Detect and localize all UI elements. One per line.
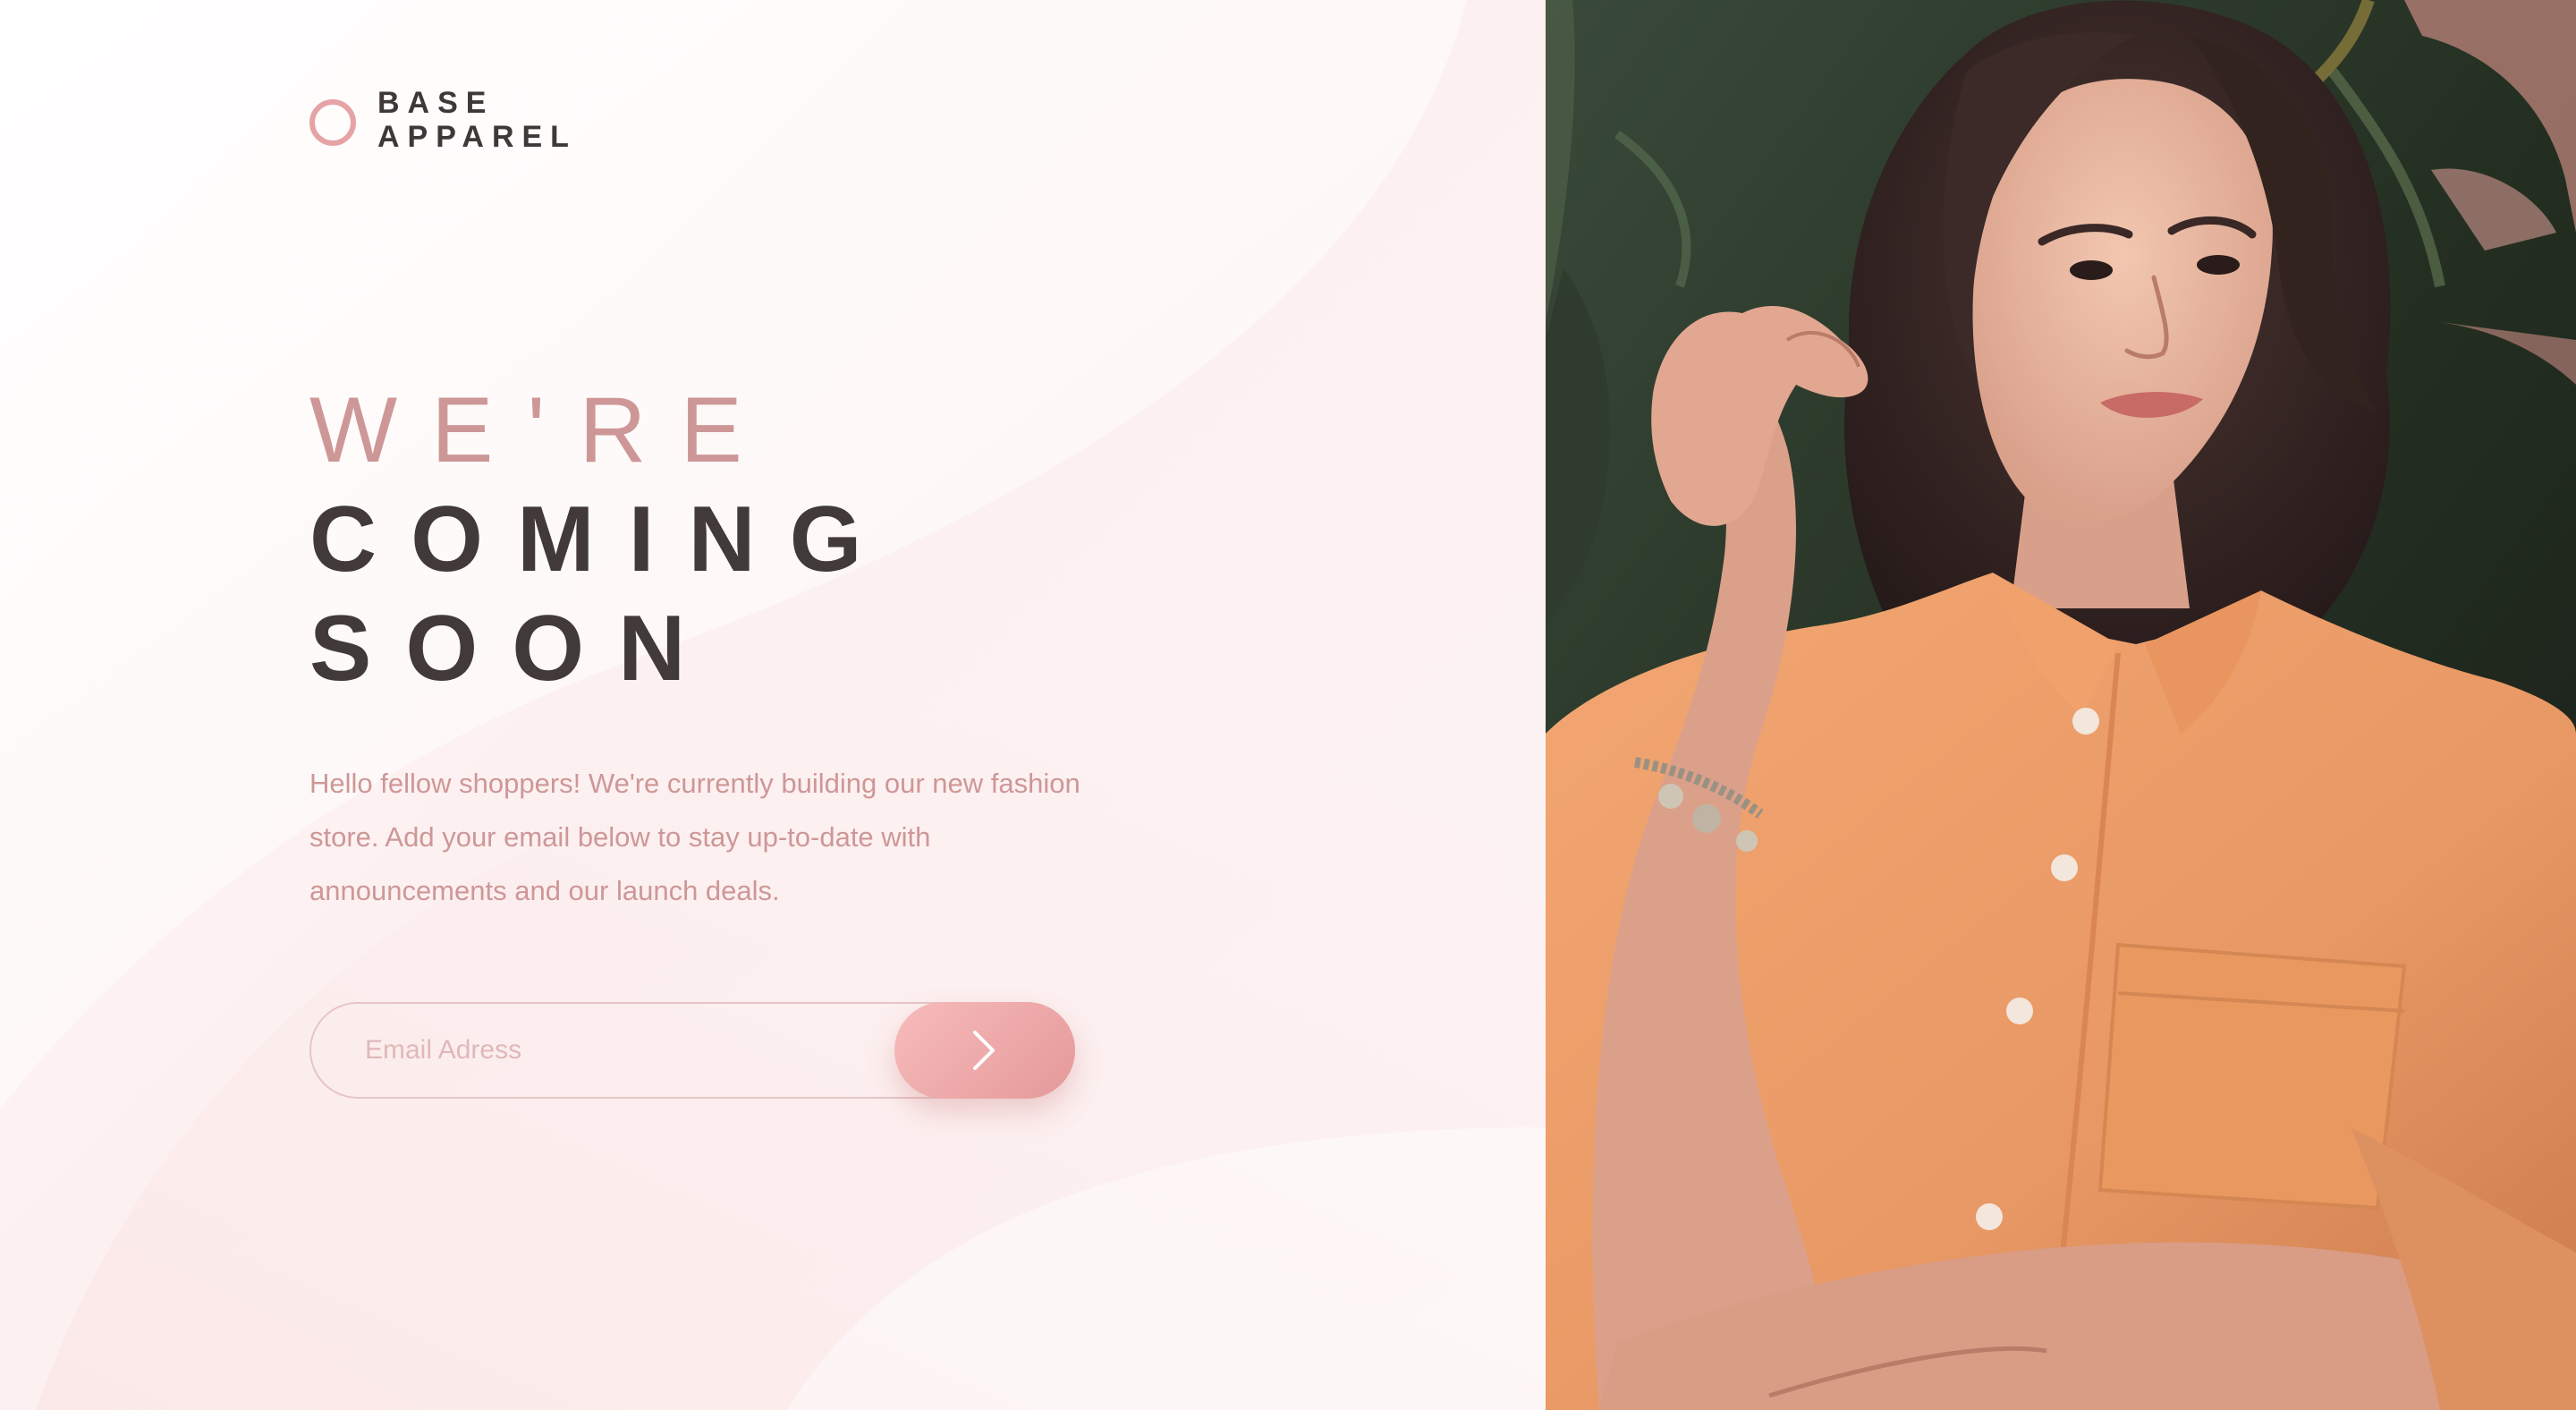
- submit-button[interactable]: [894, 1002, 1075, 1099]
- chevron-right-icon: [973, 1031, 995, 1070]
- brand-line-2: APPAREL: [377, 120, 577, 154]
- brand-wordmark: BASE APPAREL: [377, 86, 577, 154]
- headline-light-line: WE'RE: [309, 378, 776, 482]
- coming-soon-page: BASE APPAREL WE'RE COMING SOON Hello fel…: [0, 0, 2576, 1410]
- email-signup-form: [309, 1002, 1075, 1099]
- intro-description: Hello fellow shoppers! We're currently b…: [309, 768, 1080, 906]
- page-headline: WE'RE COMING SOON: [309, 376, 896, 703]
- headline-dark-line-2: SOON: [309, 597, 720, 701]
- brand-logo[interactable]: BASE APPAREL: [309, 86, 577, 154]
- hero-photo: [1546, 0, 2576, 1410]
- content-panel: BASE APPAREL WE'RE COMING SOON Hello fel…: [0, 0, 1546, 1410]
- headline-dark-line-1: COMING: [309, 488, 896, 591]
- brand-line-1: BASE: [377, 86, 495, 120]
- hero-photo-illustration: [1546, 0, 2576, 1410]
- background-pattern: [0, 0, 1546, 1410]
- circle-ring-icon: [309, 99, 356, 146]
